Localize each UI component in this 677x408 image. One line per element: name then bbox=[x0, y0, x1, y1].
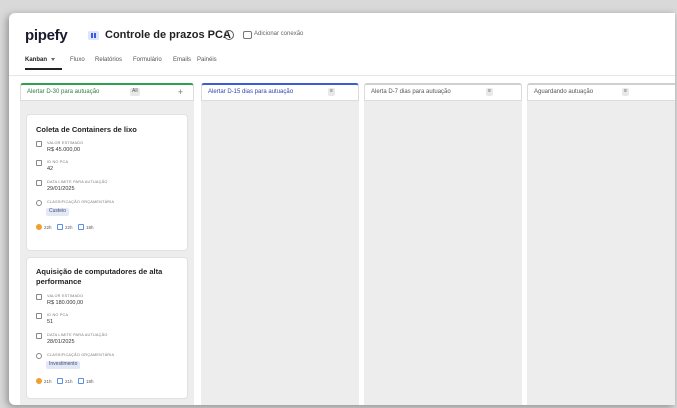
clock-icon bbox=[36, 224, 42, 230]
stat-value: 18h bbox=[86, 379, 94, 384]
field-label: VALOR ESTIMADO bbox=[47, 294, 84, 298]
calendar-icon bbox=[36, 333, 42, 339]
card-coleta-containers[interactable]: Coleta de Containers de lixo VALOR ESTIM… bbox=[27, 115, 187, 250]
stat-value: 22h bbox=[44, 225, 52, 230]
field-label: ID NO PCA bbox=[47, 313, 69, 317]
field-value: 51 bbox=[47, 319, 54, 325]
column-badge: All bbox=[130, 88, 140, 96]
field-label: DATA LIMITE PARA AUTUAÇÃO bbox=[47, 333, 108, 337]
column-menu-icon[interactable]: ≡ bbox=[486, 88, 493, 96]
phase-time-icon bbox=[57, 378, 63, 384]
column-header[interactable]: Alertar D-15 dias para autuação ≡ bbox=[201, 83, 359, 101]
field-value: R$ 45.000,00 bbox=[47, 147, 81, 153]
tab-paineis[interactable]: Painéis bbox=[197, 57, 217, 63]
pipefy-logo[interactable]: pipefy bbox=[25, 27, 68, 44]
calendar-small-icon bbox=[78, 378, 84, 384]
field-label: VALOR ESTIMADO bbox=[47, 141, 84, 145]
column-alerta-d7: Alerta D-7 dias para autuação ≡ bbox=[364, 83, 522, 405]
field-value: 29/01/2025 bbox=[47, 186, 75, 192]
tab-relatorios[interactable]: Relatórios bbox=[95, 57, 122, 63]
currency-field-icon bbox=[36, 141, 42, 147]
column-menu-icon[interactable]: ≡ bbox=[622, 88, 629, 96]
currency-field-icon bbox=[36, 294, 42, 300]
add-card-icon[interactable]: + bbox=[178, 87, 183, 97]
pipe-title[interactable]: Controle de prazos PCA bbox=[105, 29, 231, 41]
tab-kanban-label: Kanban bbox=[25, 57, 48, 63]
phase-time-icon bbox=[57, 224, 63, 230]
column-aguardando-autuacao: Aguardando autuação ≡ bbox=[527, 83, 675, 405]
column-alertar-d30: Alertar D-30 para autuação All + Coleta … bbox=[20, 83, 194, 405]
column-header[interactable]: Alerta D-7 dias para autuação ≡ bbox=[364, 83, 522, 101]
calendar-small-icon bbox=[78, 224, 84, 230]
field-label: CLASSIFICAÇÃO ORÇAMENTÁRIA bbox=[47, 353, 115, 357]
field-value: 28/01/2025 bbox=[47, 339, 75, 345]
column-title: Aguardando autuação bbox=[534, 89, 594, 95]
pipe-icon bbox=[88, 31, 99, 40]
id-field-icon bbox=[36, 313, 42, 319]
app-header: pipefy Controle de prazos PCA Adicionar … bbox=[9, 13, 675, 53]
card-title: Coleta de Containers de lixo bbox=[36, 125, 137, 134]
column-title: Alertar D-30 para autuação bbox=[27, 89, 100, 95]
column-title: Alerta D-7 dias para autuação bbox=[371, 89, 451, 95]
stat-value: 18h bbox=[86, 225, 94, 230]
field-label: CLASSIFICAÇÃO ORÇAMENTÁRIA bbox=[47, 200, 115, 204]
chevron-down-icon bbox=[51, 57, 56, 61]
stat-value: 21h bbox=[65, 379, 73, 384]
field-label: DATA LIMITE PARA AUTUAÇÃO bbox=[47, 180, 108, 184]
tab-fluxo[interactable]: Fluxo bbox=[70, 57, 85, 63]
active-tab-underline bbox=[25, 68, 62, 70]
tab-formulario[interactable]: Formulário bbox=[133, 57, 162, 63]
info-icon[interactable] bbox=[224, 30, 234, 40]
field-value: R$ 180.000,00 bbox=[47, 300, 84, 306]
stat-value: 22h bbox=[65, 225, 73, 230]
classification-tag: Custeio bbox=[46, 208, 69, 216]
stat-value: 21h bbox=[44, 379, 52, 384]
field-label: ID NO PCA bbox=[47, 160, 69, 164]
app-window: pipefy Controle de prazos PCA Adicionar … bbox=[9, 13, 675, 405]
column-menu-icon[interactable]: ≡ bbox=[328, 88, 335, 96]
column-title: Alertar D-15 dias para autuação bbox=[208, 89, 294, 95]
card-aquisicao-computadores[interactable]: Aquisição de computadores de alta perfor… bbox=[27, 258, 187, 398]
card-title: Aquisição de computadores de alta perfor… bbox=[36, 267, 163, 286]
classification-tag: Investimento bbox=[46, 361, 81, 369]
classification-icon bbox=[36, 353, 42, 359]
connection-icon[interactable] bbox=[243, 31, 252, 39]
field-value: 42 bbox=[47, 166, 54, 172]
tab-emails[interactable]: Emails bbox=[173, 57, 191, 63]
calendar-icon bbox=[36, 180, 42, 186]
kanban-board: Alertar D-30 para autuação All + Coleta … bbox=[20, 83, 675, 405]
clock-icon bbox=[36, 378, 42, 384]
column-header[interactable]: Aguardando autuação ≡ bbox=[527, 83, 675, 101]
classification-icon bbox=[36, 200, 42, 206]
column-alertar-d15: Alertar D-15 dias para autuação ≡ bbox=[201, 83, 359, 405]
column-header[interactable]: Alertar D-30 para autuação All + bbox=[20, 83, 194, 101]
tab-kanban[interactable]: Kanban bbox=[25, 57, 56, 63]
id-field-icon bbox=[36, 160, 42, 166]
add-connection-link[interactable]: Adicionar conexão bbox=[254, 31, 303, 37]
header-divider bbox=[9, 75, 675, 76]
